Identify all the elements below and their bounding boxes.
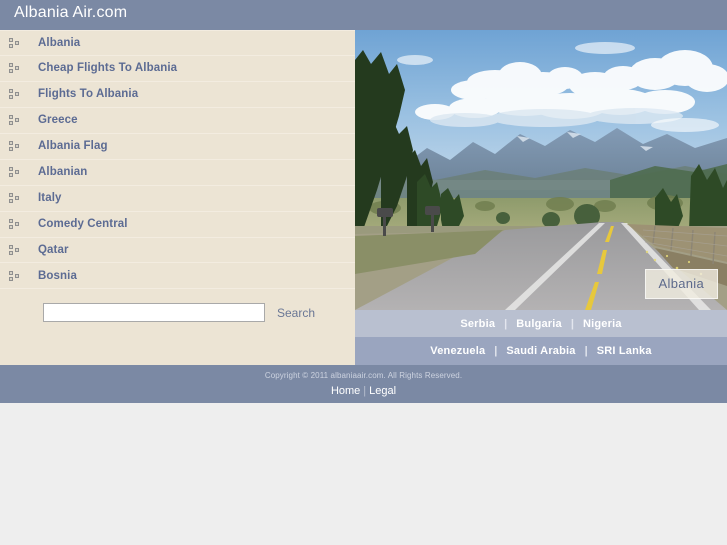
copyright-text: Copyright © 2011 albaniaair.com. All Rig… <box>264 371 463 380</box>
link-list-item-label: Cheap Flights To Albania <box>38 62 178 75</box>
footer-nav: Home | Legal <box>0 385 727 397</box>
sitemap-bullet-icon <box>9 167 19 178</box>
sitemap-bullet-icon <box>9 193 19 204</box>
hero-badge: Albania <box>644 269 718 299</box>
link-list-item[interactable]: Cheap Flights To Albania <box>0 55 355 82</box>
footer-nav-link[interactable]: Home <box>331 385 360 397</box>
link-list-item[interactable]: Comedy Central <box>0 211 355 238</box>
related-link[interactable]: Serbia <box>460 318 495 330</box>
related-link-separator: | <box>570 317 574 330</box>
link-list-item[interactable]: Greece <box>0 107 355 134</box>
link-list-item-label: Albania <box>38 36 81 49</box>
link-list-item-label: Qatar <box>38 243 69 256</box>
related-links-row-one-inner: Serbia | Bulgaria | Nigeria <box>355 310 727 337</box>
hero-image: Albania <box>355 30 727 310</box>
link-list-item[interactable]: Albania Flag <box>0 133 355 160</box>
related-link-separator: | <box>584 345 588 357</box>
link-list-item-label: Albania Flag <box>38 140 108 153</box>
related-links-row-one: Serbia | Bulgaria | Nigeria <box>355 310 727 337</box>
link-list-item-label: Comedy Central <box>38 218 128 231</box>
search-button[interactable]: Search <box>277 306 315 320</box>
sitemap-bullet-icon <box>9 63 19 74</box>
link-list-item[interactable]: Bosnia <box>0 263 355 290</box>
sitemap-bullet-icon <box>9 37 19 48</box>
link-list-item-label: Flights To Albania <box>38 88 139 101</box>
related-link[interactable]: Nigeria <box>583 318 622 330</box>
link-list-item[interactable]: Italy <box>0 185 355 212</box>
sitemap-bullet-icon <box>9 141 19 152</box>
related-link[interactable]: Saudi Arabia <box>506 345 575 357</box>
link-list-item-label: Greece <box>38 114 78 127</box>
link-list-item-label: Italy <box>38 192 62 205</box>
link-list-item[interactable]: Albania <box>0 30 355 56</box>
sitemap-bullet-icon <box>9 219 19 230</box>
related-links-row-two-inner: Venezuela | Saudi Arabia | SRI Lanka <box>355 337 727 365</box>
link-list-item-label: Albanian <box>38 166 88 179</box>
related-link[interactable]: Bulgaria <box>516 318 562 330</box>
link-list-item[interactable]: Albanian <box>0 159 355 186</box>
link-list-item-label: Bosnia <box>38 269 77 282</box>
related-links-row-two: Venezuela | Saudi Arabia | SRI Lanka <box>355 337 727 365</box>
page-title: Albania Air.com <box>14 4 128 21</box>
footer-nav-separator: | <box>363 385 367 397</box>
site-footer: Copyright © 2011 albaniaair.com. All Rig… <box>0 365 727 403</box>
site-header: Albania Air.com <box>0 0 727 30</box>
search-area: Search <box>0 290 355 335</box>
footer-nav-link[interactable]: Legal <box>369 385 396 397</box>
related-link-separator: | <box>504 317 508 330</box>
hero-photo-illustration <box>355 30 727 310</box>
related-link[interactable]: SRI Lanka <box>597 345 652 357</box>
link-list-item[interactable]: Qatar <box>0 237 355 264</box>
sitemap-bullet-icon <box>9 270 19 281</box>
link-list-item[interactable]: Flights To Albania <box>0 81 355 108</box>
related-link[interactable]: Venezuela <box>430 345 485 357</box>
page-container: Albania Air.com Albania Cheap Flights To … <box>0 0 727 403</box>
link-list: Albania Cheap Flights To Albania Flights T… <box>0 30 355 290</box>
sitemap-bullet-icon <box>9 244 19 255</box>
related-link-separator: | <box>494 345 498 357</box>
sitemap-bullet-icon <box>9 115 19 126</box>
sitemap-bullet-icon <box>9 89 19 100</box>
search-input[interactable] <box>43 303 265 322</box>
